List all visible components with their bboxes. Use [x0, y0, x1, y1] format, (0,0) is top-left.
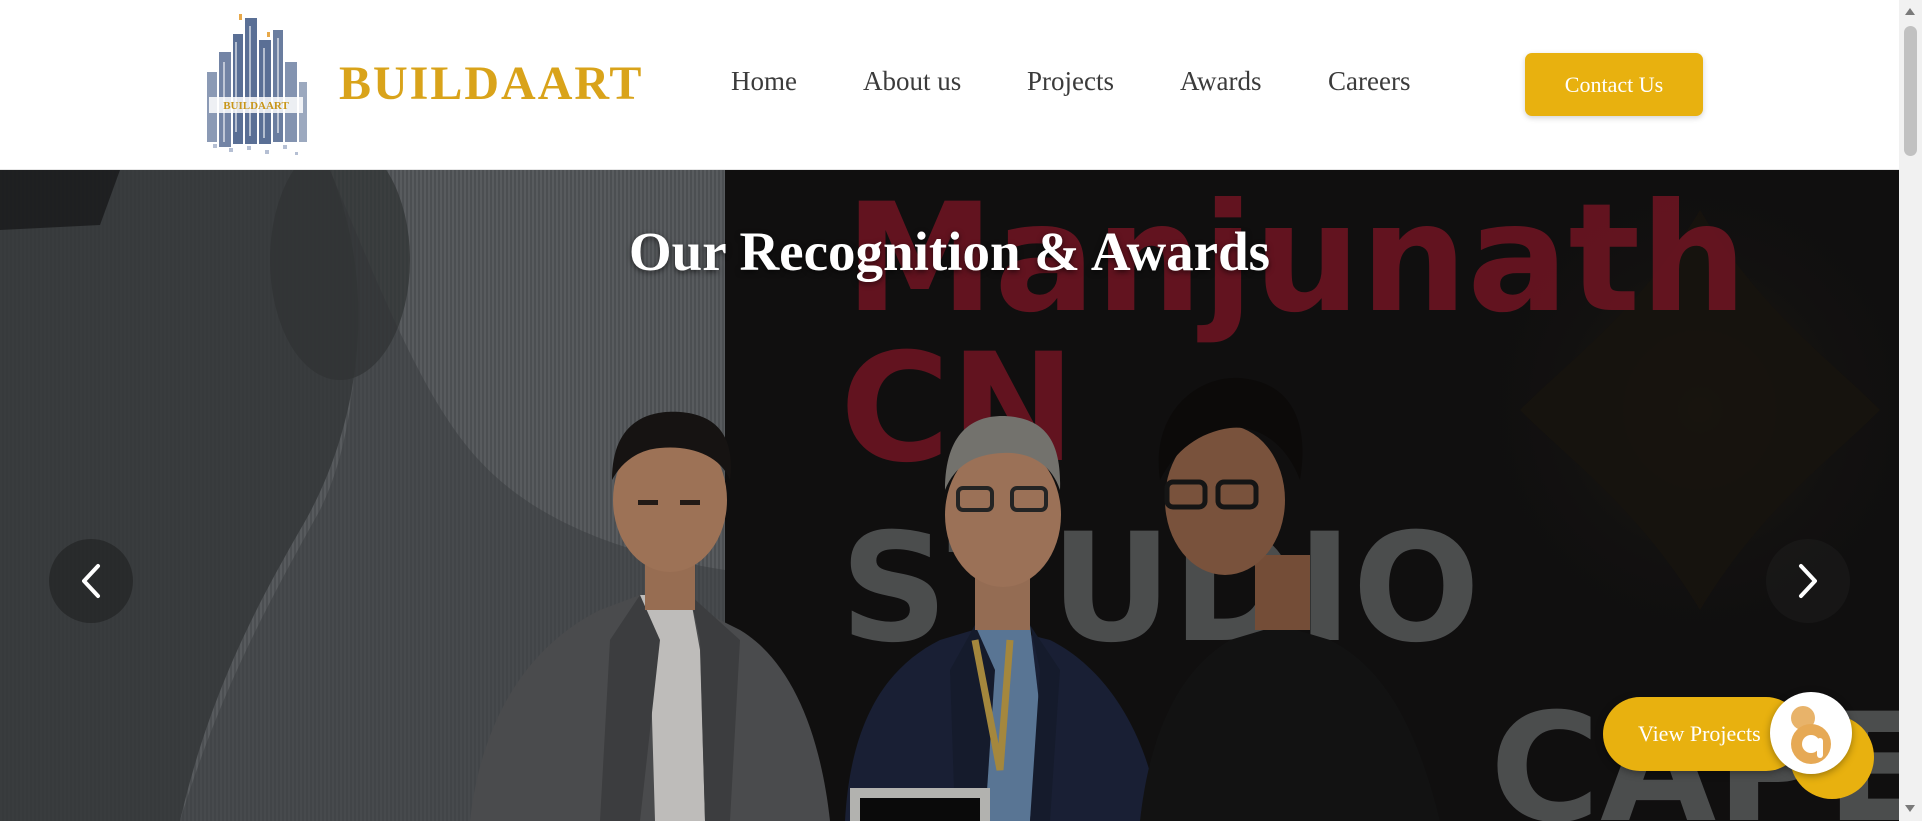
awards-hero-carousel: Manjunath CN STUDIO CAPE [0, 170, 1899, 821]
carousel-prev-button[interactable] [49, 539, 133, 623]
nav-careers[interactable]: Careers [1328, 66, 1410, 97]
hero-title: Our Recognition & Awards [628, 221, 1271, 282]
carousel-next-button[interactable] [1766, 539, 1850, 623]
nav-projects[interactable]: Projects [1027, 66, 1114, 97]
nav-about-us[interactable]: About us [863, 66, 961, 97]
site-header: BUILDAART BUILDAART Home About us Projec… [0, 0, 1899, 170]
chevron-left-icon [82, 564, 100, 598]
chat-assistant-avatar[interactable] [1770, 692, 1852, 774]
brand-name[interactable]: BUILDAART [339, 56, 643, 111]
logo-wordmark: BUILDAART [223, 100, 289, 112]
nav-awards[interactable]: Awards [1180, 66, 1262, 97]
page-scrollbar[interactable] [1899, 0, 1922, 821]
nav-home[interactable]: Home [731, 66, 797, 97]
scroll-up-arrow-icon[interactable] [1905, 8, 1915, 15]
buildaart-logo[interactable]: BUILDAART [199, 12, 313, 158]
chevron-right-icon [1799, 564, 1817, 598]
scrollbar-thumb[interactable] [1904, 26, 1917, 156]
contact-us-button[interactable]: Contact Us [1525, 53, 1703, 116]
scroll-down-arrow-icon[interactable] [1905, 805, 1915, 812]
assistant-logo-icon [1791, 706, 1831, 764]
